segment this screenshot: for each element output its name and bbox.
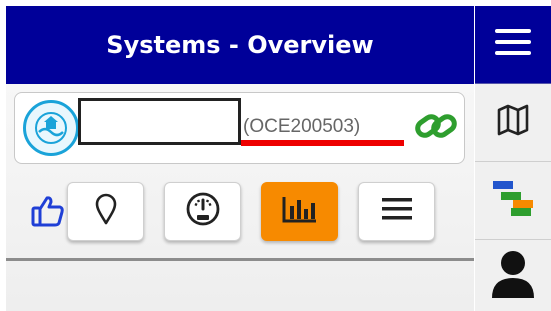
hamburger-icon xyxy=(493,26,533,63)
menu-button[interactable] xyxy=(358,182,435,241)
location-pin-icon xyxy=(94,192,118,231)
link-icon[interactable] xyxy=(413,107,459,147)
thumbs-up-icon[interactable] xyxy=(30,193,66,229)
app-header: Systems - Overview xyxy=(6,6,474,84)
hierarchy-icon xyxy=(491,178,535,223)
user-icon xyxy=(490,248,536,303)
dashboard-button[interactable] xyxy=(164,182,241,241)
system-logo-icon xyxy=(23,100,79,156)
statistics-button[interactable] xyxy=(261,182,338,241)
divider xyxy=(6,258,474,261)
sidebar xyxy=(475,6,551,311)
id-underline xyxy=(241,140,404,146)
gauge-icon xyxy=(185,191,221,232)
bar-chart-icon xyxy=(281,194,319,229)
sidebar-item-hierarchy[interactable] xyxy=(475,162,551,240)
location-button[interactable] xyxy=(67,182,144,241)
sidebar-item-menu[interactable] xyxy=(475,6,551,84)
system-card: (OCE200503) xyxy=(14,92,465,164)
map-icon xyxy=(496,103,530,142)
system-id-label: (OCE200503) xyxy=(243,116,361,137)
system-name-field[interactable] xyxy=(78,98,241,145)
menu-icon xyxy=(381,196,413,227)
sidebar-item-user[interactable] xyxy=(475,240,551,311)
sidebar-item-map[interactable] xyxy=(475,84,551,162)
page-title: Systems - Overview xyxy=(106,31,374,59)
